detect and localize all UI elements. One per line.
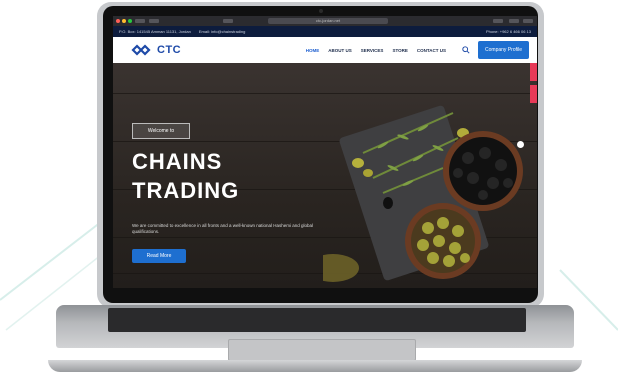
info-bar: P.O. Box: 141545 Amman 11131, Jordan Ema… <box>113 26 537 37</box>
forward-button[interactable] <box>149 19 159 23</box>
logo-text: CTC <box>157 44 182 56</box>
company-profile-button[interactable]: Company Profile <box>478 41 529 59</box>
minimize-window-button[interactable] <box>122 19 126 23</box>
welcome-badge: Welcome to <box>132 123 190 139</box>
olives-image <box>323 112 523 282</box>
share-button[interactable] <box>493 19 503 23</box>
site-logo[interactable]: CTC <box>131 44 181 56</box>
nav-item-services[interactable]: SERVICES <box>361 48 384 53</box>
phone-link[interactable]: Phone: +962 6 466 06 13 <box>486 29 531 34</box>
laptop-trackpad <box>228 339 416 361</box>
nav-item-contact-us[interactable]: CONTACT US <box>417 48 446 53</box>
hero-banner: Welcome to CHAINS TRADING We are committ… <box>113 63 537 288</box>
tabs-overview-button[interactable] <box>523 19 533 23</box>
hero-title-line1: CHAINS <box>132 149 223 174</box>
nav-item-store[interactable]: STORE <box>392 48 407 53</box>
nav-item-about-us[interactable]: ABOUT US <box>328 48 352 53</box>
new-tab-button[interactable] <box>509 19 519 23</box>
back-button[interactable] <box>135 19 145 23</box>
laptop-base-edge <box>48 360 582 372</box>
nav-item-home[interactable]: HOME <box>306 48 320 53</box>
address-text: P.O. Box: 141545 Amman 11131, Jordan <box>119 29 191 34</box>
sidebar-toggle-button[interactable] <box>223 19 233 23</box>
side-tab-language[interactable] <box>530 63 537 81</box>
laptop-screen: ctc-jordan.net P.O. Box: 141545 Amman 11… <box>113 16 537 288</box>
slider-dot[interactable] <box>517 141 524 148</box>
hero-description: We are committed to excellence in all fr… <box>132 223 314 234</box>
browser-toolbar: ctc-jordan.net <box>113 16 537 26</box>
email-link[interactable]: Email: info@chainstrading <box>199 29 246 34</box>
read-more-button[interactable]: Read More <box>132 249 186 263</box>
maximize-window-button[interactable] <box>128 19 132 23</box>
camera-icon <box>319 9 323 13</box>
laptop-keyboard <box>108 308 526 332</box>
search-icon[interactable] <box>462 46 470 54</box>
side-tab-contact[interactable] <box>530 85 537 103</box>
close-window-button[interactable] <box>116 19 120 23</box>
logo-mark-icon <box>131 44 151 56</box>
address-bar[interactable]: ctc-jordan.net <box>268 18 388 24</box>
main-navigation: CTC HOME ABOUT US SERVICES STORE CONTACT… <box>113 37 537 63</box>
hero-title-line2: TRADING <box>132 178 240 203</box>
nav-menu: HOME ABOUT US SERVICES STORE CONTACT US <box>297 48 446 53</box>
